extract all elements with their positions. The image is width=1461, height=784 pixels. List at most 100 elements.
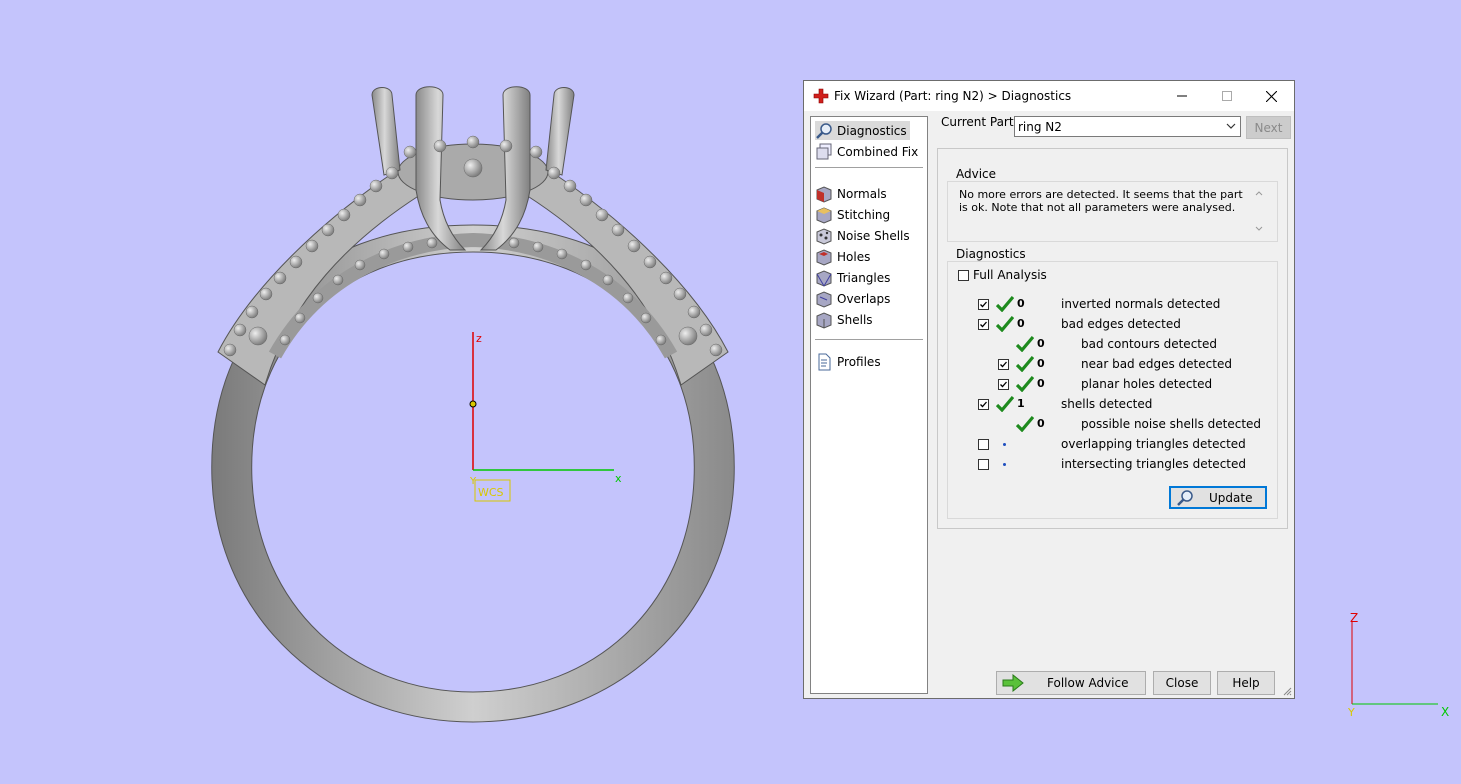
- resize-grip-icon[interactable]: [1282, 686, 1292, 696]
- planar-holes-checkbox[interactable]: [998, 379, 1009, 390]
- full-analysis-label: Full Analysis: [973, 268, 1047, 282]
- intersecting-triangles-checkbox[interactable]: [978, 459, 989, 470]
- current-part-select[interactable]: ring N2: [1014, 116, 1241, 137]
- corner-axes: Z X Y: [1347, 611, 1449, 719]
- ring-prong: [545, 87, 575, 176]
- near-bad-edges-count: 0: [1037, 357, 1045, 370]
- shells-cube-icon: [816, 311, 832, 329]
- magnifier-icon: [1177, 490, 1193, 506]
- diagnostics-magnifier-icon: [816, 122, 832, 139]
- noise-shells-count: 0: [1037, 417, 1045, 430]
- nav-separator: [815, 339, 923, 340]
- wizard-nav: Diagnostics Combined Fix Normals Stitchi…: [810, 116, 928, 694]
- nav-label-normals: Normals: [837, 186, 887, 201]
- nav-item-diagnostics[interactable]: Diagnostics: [815, 121, 910, 140]
- minimize-button[interactable]: [1159, 81, 1204, 111]
- wcs-axes: z x Y WCS: [469, 332, 622, 502]
- ok-checkmark-icon: [1016, 416, 1034, 432]
- close-button[interactable]: Close: [1153, 671, 1211, 695]
- advice-legend: Advice: [954, 167, 999, 181]
- corner-y-label: Y: [1347, 706, 1355, 719]
- inverted-normals-checkbox[interactable]: [978, 299, 989, 310]
- combined-fix-icon: [816, 143, 832, 159]
- nav-label-overlaps: Overlaps: [837, 291, 891, 306]
- ok-checkmark-icon: [996, 316, 1014, 332]
- bad-edges-checkbox[interactable]: [978, 319, 989, 330]
- checkmark-icon: [980, 321, 987, 328]
- checkmark-icon: [1000, 361, 1007, 368]
- ring-shoulder-left: [217, 164, 421, 386]
- nav-item-triangles[interactable]: Triangles: [815, 268, 893, 287]
- nav-item-overlaps[interactable]: Overlaps: [815, 289, 893, 308]
- nav-item-normals[interactable]: Normals: [815, 184, 890, 203]
- overlapping-triangles-checkbox[interactable]: [978, 439, 989, 450]
- follow-advice-button[interactable]: Follow Advice: [996, 671, 1146, 695]
- checkmark-icon: [980, 301, 987, 308]
- triangles-cube-icon: [816, 269, 832, 287]
- title-bar[interactable]: Fix Wizard (Part: ring N2) > Diagnostics: [804, 81, 1294, 111]
- current-part-value: ring N2: [1018, 120, 1062, 134]
- intersecting-triangles-label: intersecting triangles detected: [1061, 457, 1246, 471]
- nav-item-stitching[interactable]: Stitching: [815, 205, 893, 224]
- current-part-label: Current Part:: [941, 115, 1018, 129]
- nav-item-combined-fix[interactable]: Combined Fix: [815, 142, 921, 161]
- nav-item-shells[interactable]: Shells: [815, 310, 876, 329]
- advice-scrollbar[interactable]: [1253, 187, 1265, 235]
- nav-separator: [815, 167, 923, 168]
- ring-shoulder-right: [525, 164, 729, 386]
- corner-z-label: Z: [1350, 611, 1358, 625]
- advice-text: No more errors are detected. It seems th…: [959, 188, 1243, 214]
- pending-dot-icon: [1003, 443, 1006, 446]
- next-button[interactable]: Next: [1246, 116, 1291, 139]
- near-bad-edges-label: near bad edges detected: [1081, 357, 1232, 371]
- close-window-button[interactable]: [1249, 81, 1294, 111]
- full-analysis-checkbox[interactable]: [958, 270, 969, 281]
- pending-dot-icon: [1003, 463, 1006, 466]
- red-cross-icon: [813, 88, 829, 104]
- nav-item-noise-shells[interactable]: Noise Shells: [815, 226, 913, 245]
- ok-checkmark-icon: [1016, 356, 1034, 372]
- overlapping-triangles-label: overlapping triangles detected: [1061, 437, 1246, 451]
- near-bad-edges-checkbox[interactable]: [998, 359, 1009, 370]
- ok-checkmark-icon: [996, 296, 1014, 312]
- ok-checkmark-icon: [1016, 336, 1034, 352]
- ok-checkmark-icon: [1016, 376, 1034, 392]
- inverted-normals-label: inverted normals detected: [1061, 297, 1221, 311]
- stitching-cube-icon: [816, 206, 832, 224]
- nav-item-profiles[interactable]: Profiles: [815, 352, 884, 371]
- profiles-document-icon: [818, 353, 831, 370]
- corner-x-label: X: [1441, 705, 1449, 719]
- nav-label-diagnostics: Diagnostics: [837, 123, 907, 138]
- maximize-button[interactable]: [1204, 81, 1249, 111]
- bad-contours-count: 0: [1037, 337, 1045, 350]
- nav-item-holes[interactable]: Holes: [815, 247, 873, 266]
- wcs-label: WCS: [478, 486, 504, 499]
- maximize-icon: [1221, 91, 1232, 101]
- diagnostics-legend: Diagnostics: [954, 247, 1028, 261]
- z-axis-label: z: [476, 332, 482, 345]
- overlaps-cube-icon: [816, 290, 832, 308]
- dialog-title: Fix Wizard (Part: ring N2) > Diagnostics: [834, 89, 1072, 103]
- nav-label-shells: Shells: [837, 312, 873, 327]
- x-axis-label: x: [615, 472, 622, 485]
- update-button[interactable]: Update: [1169, 486, 1267, 509]
- help-button[interactable]: Help: [1217, 671, 1275, 695]
- shells-checkbox[interactable]: [978, 399, 989, 410]
- shells-label: shells detected: [1061, 397, 1153, 411]
- update-label: Update: [1209, 491, 1253, 505]
- nav-label-combined-fix: Combined Fix: [837, 144, 919, 159]
- fix-wizard-dialog[interactable]: Fix Wizard (Part: ring N2) > Diagnostics…: [803, 80, 1295, 699]
- nav-label-stitching: Stitching: [837, 207, 891, 222]
- inverted-normals-count: 0: [1017, 297, 1025, 310]
- holes-cube-icon: [816, 248, 832, 266]
- axis-midpoint: [469, 400, 477, 408]
- minimize-icon: [1176, 95, 1187, 97]
- checkmark-icon: [1000, 381, 1007, 388]
- nav-label-holes: Holes: [837, 249, 871, 264]
- bad-contours-label: bad contours detected: [1081, 337, 1217, 351]
- nav-label-noise-shells: Noise Shells: [837, 228, 910, 243]
- close-icon: [1266, 90, 1277, 102]
- nav-label-profiles: Profiles: [837, 354, 881, 369]
- follow-advice-label: Follow Advice: [1047, 676, 1129, 690]
- checkmark-icon: [980, 401, 987, 408]
